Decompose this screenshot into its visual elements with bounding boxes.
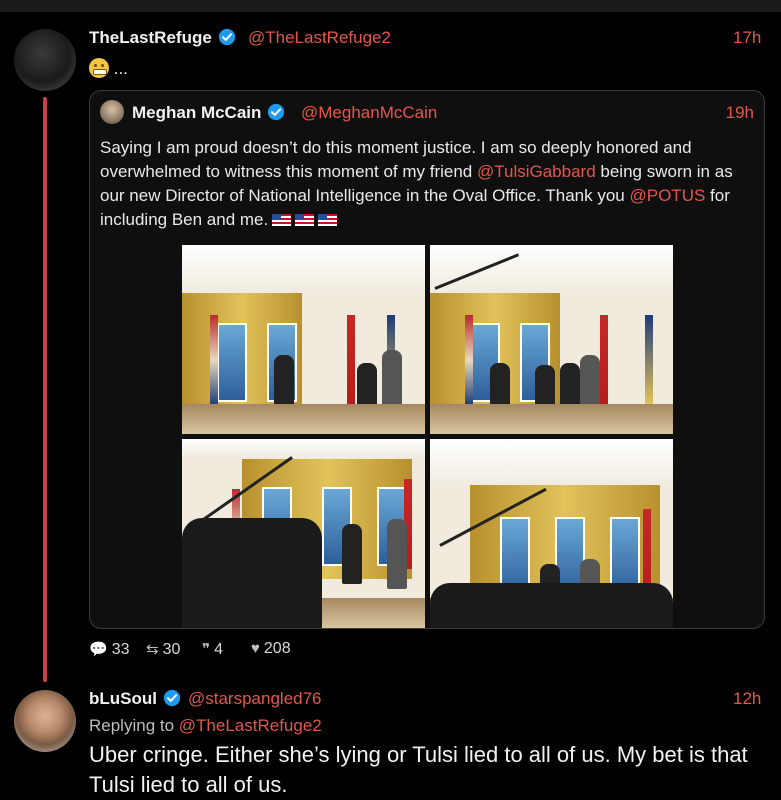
- tweet-timestamp[interactable]: 17h: [733, 28, 761, 48]
- mention-link[interactable]: @POTUS: [629, 186, 705, 205]
- photo-flag: [600, 315, 608, 405]
- photo-flag: [210, 315, 218, 405]
- thread-line: [43, 97, 47, 682]
- quoted-tweet[interactable]: Meghan McCain @MeghanMcCain 19h Saying I…: [89, 90, 765, 629]
- photo-person: [387, 519, 407, 589]
- photo-flag: [645, 315, 653, 405]
- reply-count-value: 33: [111, 641, 130, 658]
- quote-author-name[interactable]: Meghan McCain: [132, 103, 261, 122]
- tweet-author[interactable]: bLuSoul: [89, 689, 181, 709]
- photo-floor: [430, 404, 673, 434]
- photo-grid: [182, 245, 674, 629]
- quote-icon: ❞: [202, 641, 211, 658]
- verified-badge-icon: [268, 103, 285, 121]
- quote-avatar[interactable]: [100, 100, 124, 124]
- verified-badge-icon: [163, 689, 181, 707]
- photo-ceiling: [430, 439, 673, 487]
- quote-count[interactable]: ❞ 4: [202, 640, 223, 659]
- verified-badge-icon: [218, 28, 235, 46]
- us-flag-icon: [295, 214, 315, 226]
- quote-text: Saying I am proud doesn’t do this moment…: [100, 136, 755, 232]
- replying-to: Replying to @TheLastRefuge2: [89, 716, 322, 736]
- quote-author-handle[interactable]: @MeghanMcCain: [301, 103, 437, 123]
- author-handle[interactable]: @TheLastRefuge2: [248, 28, 391, 48]
- avatar[interactable]: [14, 29, 76, 91]
- us-flag-icon: [318, 214, 338, 226]
- photo-ceiling: [430, 245, 673, 293]
- photo-person: [342, 524, 362, 584]
- quote-timestamp[interactable]: 19h: [726, 103, 754, 123]
- photo-window: [217, 323, 247, 402]
- tweet-text: ...: [89, 58, 128, 79]
- photo-ceiling: [182, 439, 425, 459]
- tweet-text-content: ...: [113, 59, 128, 78]
- heart-icon: ♥: [251, 640, 260, 657]
- author-name[interactable]: bLuSoul: [89, 689, 157, 708]
- tweet-text: Uber cringe. Either she’s lying or Tulsi…: [89, 742, 748, 797]
- photo-crowd: [182, 518, 322, 628]
- photo-ceiling: [182, 245, 425, 293]
- mention-link[interactable]: @TheLastRefuge2: [179, 716, 322, 735]
- photo[interactable]: [430, 439, 673, 628]
- reply-icon: 💬: [89, 641, 108, 658]
- photo-flag: [465, 315, 473, 405]
- tweet-author[interactable]: TheLastRefuge: [89, 28, 236, 48]
- photo[interactable]: [182, 439, 425, 628]
- top-bar: [0, 0, 781, 12]
- mention-link[interactable]: @TulsiGabbard: [477, 162, 596, 181]
- author-name[interactable]: TheLastRefuge: [89, 28, 212, 47]
- like-count-value: 208: [263, 640, 291, 657]
- retweet-count-value: 30: [162, 641, 181, 658]
- us-flag-icon: [272, 214, 292, 226]
- tweet-timestamp[interactable]: 12h: [733, 689, 761, 709]
- like-count[interactable]: ♥ 208: [251, 640, 291, 658]
- photo-crowd: [430, 583, 673, 628]
- photo[interactable]: [430, 245, 673, 434]
- photo-flag: [347, 315, 355, 405]
- reply-count[interactable]: 💬 33: [89, 640, 129, 659]
- grimacing-face-icon: [89, 58, 109, 78]
- quote-count-value: 4: [214, 641, 223, 658]
- replying-prefix: Replying to: [89, 716, 179, 735]
- photo[interactable]: [182, 245, 425, 434]
- photo-floor: [182, 404, 425, 434]
- author-handle[interactable]: @starspangled76: [188, 689, 322, 709]
- retweet-icon: ⇆: [146, 641, 159, 658]
- quote-author[interactable]: Meghan McCain: [132, 103, 285, 123]
- retweet-count[interactable]: ⇆ 30: [146, 640, 180, 659]
- avatar[interactable]: [14, 690, 76, 752]
